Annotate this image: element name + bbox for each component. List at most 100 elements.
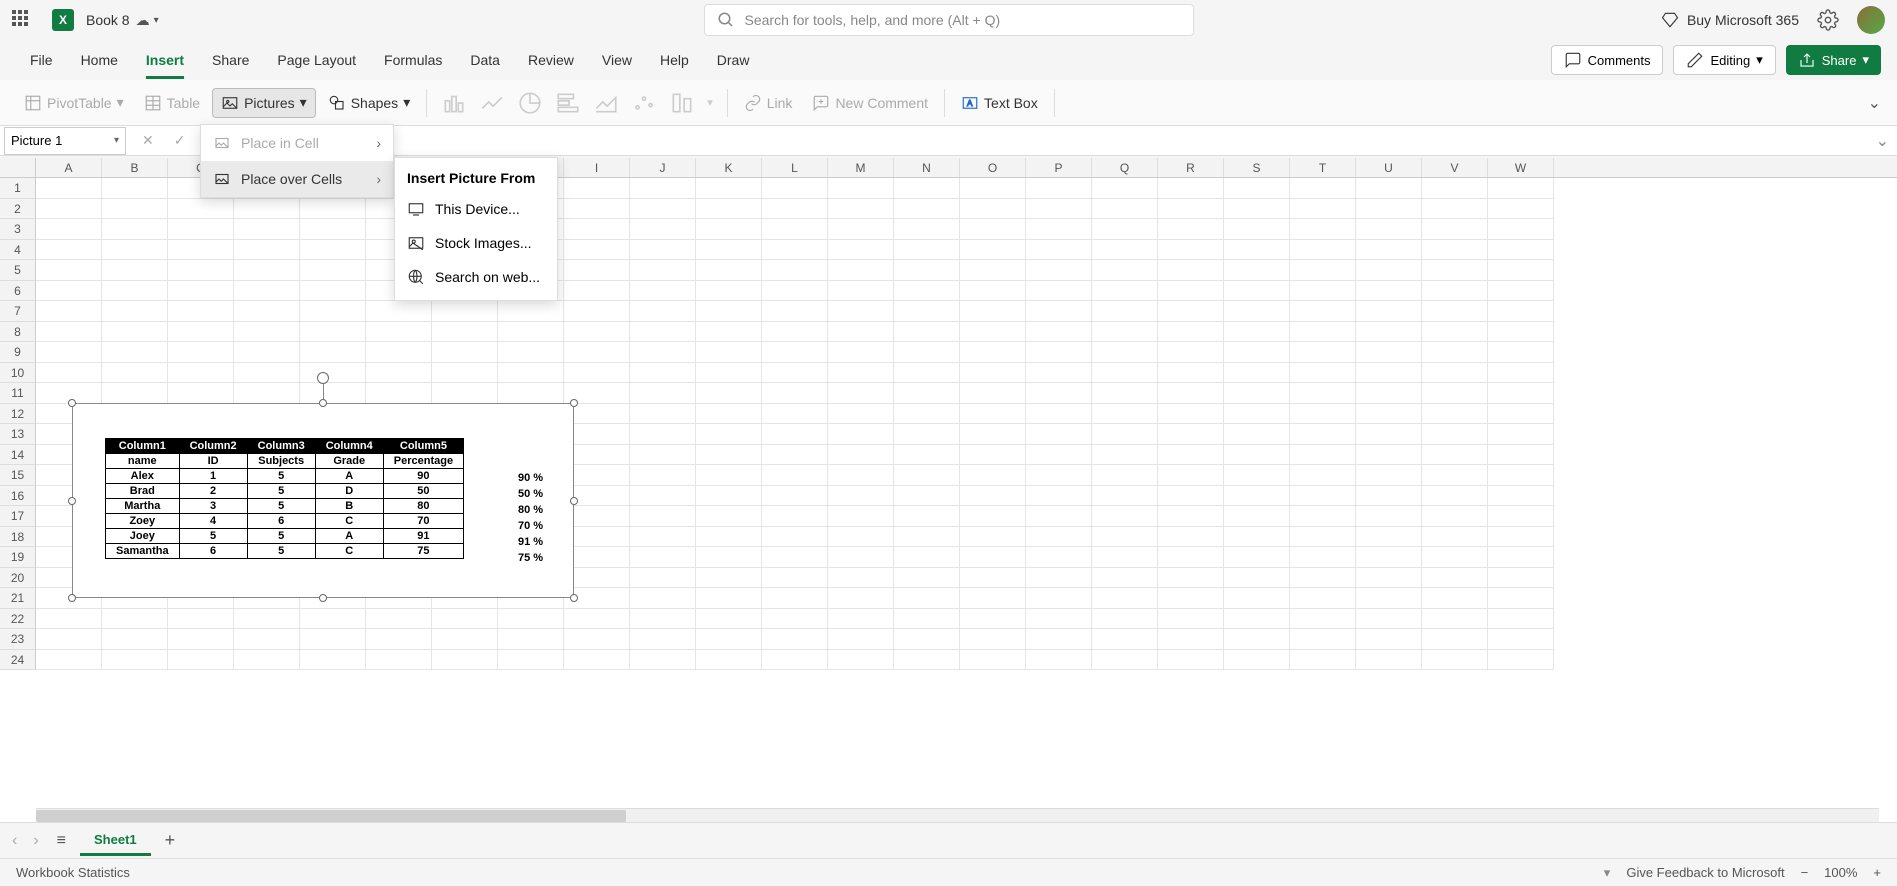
workbook-name[interactable]: Book 8 <box>86 12 130 28</box>
cell[interactable] <box>630 383 696 404</box>
cell[interactable] <box>234 363 300 384</box>
cell[interactable] <box>1158 609 1224 630</box>
cell[interactable] <box>1290 445 1356 466</box>
cell[interactable] <box>696 588 762 609</box>
cell[interactable] <box>564 342 630 363</box>
cell[interactable] <box>1158 506 1224 527</box>
cell[interactable] <box>828 240 894 261</box>
cell[interactable] <box>1290 219 1356 240</box>
cell[interactable] <box>894 527 960 548</box>
table-button[interactable]: Table <box>136 89 208 117</box>
cell[interactable] <box>102 199 168 220</box>
cell[interactable] <box>1158 240 1224 261</box>
search-on-web-item[interactable]: Search on web... <box>395 260 557 294</box>
cell[interactable] <box>894 383 960 404</box>
cell[interactable] <box>894 588 960 609</box>
zoom-in-button[interactable]: + <box>1873 865 1881 880</box>
row-header[interactable]: 11 <box>0 383 36 404</box>
cell[interactable] <box>1158 527 1224 548</box>
workbook-statistics-button[interactable]: Workbook Statistics <box>16 865 130 880</box>
cell[interactable] <box>1422 322 1488 343</box>
cell[interactable] <box>1026 404 1092 425</box>
cell[interactable] <box>36 363 102 384</box>
cell[interactable] <box>630 260 696 281</box>
column-header[interactable]: U <box>1356 158 1422 177</box>
cell[interactable] <box>960 547 1026 568</box>
cell[interactable] <box>432 322 498 343</box>
sheet-tab-sheet1[interactable]: Sheet1 <box>80 826 151 856</box>
cell[interactable] <box>1092 383 1158 404</box>
cell[interactable] <box>1356 240 1422 261</box>
cell[interactable] <box>300 342 366 363</box>
cell[interactable] <box>1158 260 1224 281</box>
cell[interactable] <box>1026 199 1092 220</box>
cell[interactable] <box>1488 568 1554 589</box>
cell[interactable] <box>1488 465 1554 486</box>
cell[interactable] <box>564 301 630 322</box>
cell[interactable] <box>1488 609 1554 630</box>
cell[interactable] <box>696 363 762 384</box>
cell[interactable] <box>36 650 102 671</box>
column-header[interactable]: N <box>894 158 960 177</box>
cell[interactable] <box>1026 568 1092 589</box>
cell[interactable] <box>1026 527 1092 548</box>
title-dropdown-icon[interactable]: ▾ <box>154 15 159 26</box>
cell[interactable] <box>762 486 828 507</box>
cell[interactable] <box>762 650 828 671</box>
cell[interactable] <box>630 424 696 445</box>
cell[interactable] <box>630 219 696 240</box>
cell[interactable] <box>696 342 762 363</box>
row-header[interactable]: 4 <box>0 240 36 261</box>
cell[interactable] <box>696 527 762 548</box>
cell[interactable] <box>1422 383 1488 404</box>
horizontal-scrollbar[interactable] <box>36 808 1879 822</box>
cell[interactable] <box>168 260 234 281</box>
cell[interactable] <box>1290 609 1356 630</box>
cell[interactable] <box>960 609 1026 630</box>
cell[interactable] <box>1290 547 1356 568</box>
cell[interactable] <box>1092 445 1158 466</box>
cell[interactable] <box>1158 629 1224 650</box>
resize-handle-bm[interactable] <box>319 594 327 602</box>
cell[interactable] <box>1356 199 1422 220</box>
resize-handle-ml[interactable] <box>68 497 76 505</box>
cell[interactable] <box>564 260 630 281</box>
cell[interactable] <box>762 609 828 630</box>
scrollbar-thumb[interactable] <box>36 810 626 822</box>
cell[interactable] <box>1224 322 1290 343</box>
cell[interactable] <box>1422 445 1488 466</box>
cell[interactable] <box>1422 424 1488 445</box>
cell[interactable] <box>1422 527 1488 548</box>
cell[interactable] <box>762 322 828 343</box>
cell[interactable] <box>762 568 828 589</box>
cell[interactable] <box>36 260 102 281</box>
cell[interactable] <box>960 342 1026 363</box>
cell[interactable] <box>630 588 696 609</box>
cell[interactable] <box>1224 547 1290 568</box>
editing-mode-button[interactable]: Editing ▾ <box>1673 45 1775 75</box>
cell[interactable] <box>762 424 828 445</box>
cell[interactable] <box>1356 568 1422 589</box>
cell[interactable] <box>1422 219 1488 240</box>
cell[interactable] <box>1026 465 1092 486</box>
cell[interactable] <box>1224 178 1290 199</box>
cell[interactable] <box>1092 650 1158 671</box>
cell[interactable] <box>960 629 1026 650</box>
cell[interactable] <box>630 322 696 343</box>
pictures-button[interactable]: Pictures ▾ <box>212 88 316 118</box>
cell[interactable] <box>696 281 762 302</box>
cell[interactable] <box>1092 260 1158 281</box>
cell[interactable] <box>1224 506 1290 527</box>
cell[interactable] <box>1488 178 1554 199</box>
cell[interactable] <box>960 445 1026 466</box>
cell[interactable] <box>1422 650 1488 671</box>
cell[interactable] <box>696 629 762 650</box>
cell[interactable] <box>960 588 1026 609</box>
row-header[interactable]: 3 <box>0 219 36 240</box>
column-header[interactable]: L <box>762 158 828 177</box>
cell[interactable] <box>1224 281 1290 302</box>
cell[interactable] <box>762 281 828 302</box>
row-header[interactable]: 8 <box>0 322 36 343</box>
cell[interactable] <box>960 260 1026 281</box>
cell[interactable] <box>1290 568 1356 589</box>
